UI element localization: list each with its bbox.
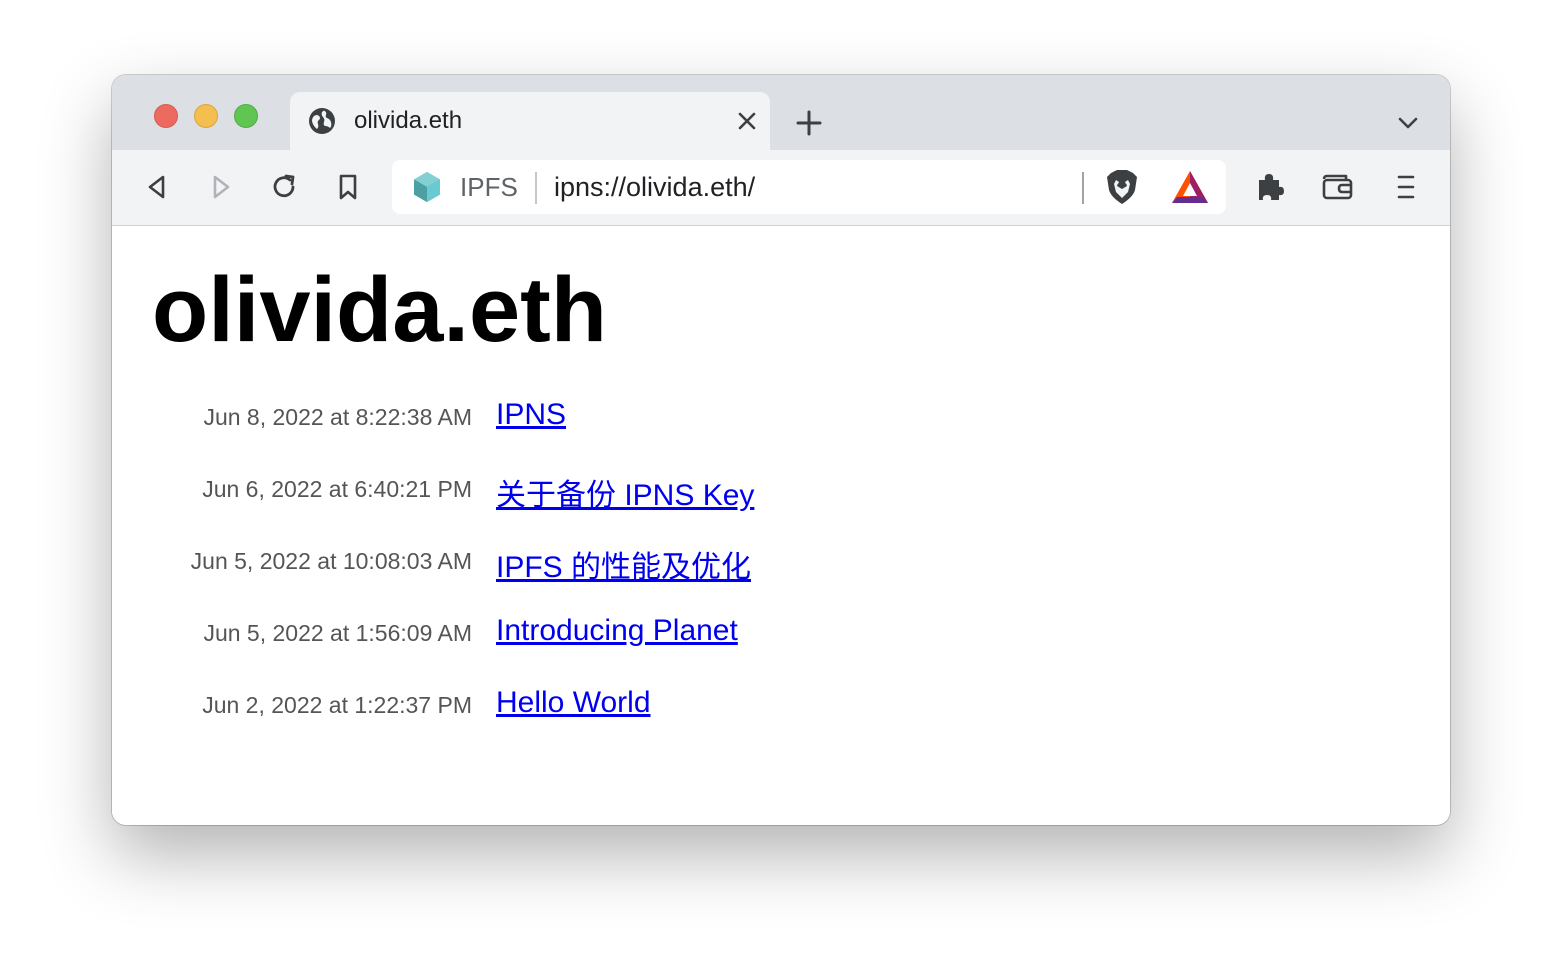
post-link[interactable]: 关于备份 IPNS Key (496, 470, 754, 514)
navigation-toolbar: IPFS ipns://olivida.eth/ (112, 150, 1450, 226)
post-link[interactable]: Introducing Planet (496, 614, 738, 648)
post-date: Jun 2, 2022 at 1:22:37 PM (202, 692, 472, 718)
browser-window: olivida.eth IPFS ipns://olivida.eth/ oli… (112, 75, 1450, 825)
brave-shields-icon[interactable] (1104, 168, 1140, 206)
hamburger-menu-icon[interactable] (1389, 170, 1423, 204)
wallet-icon[interactable] (1320, 170, 1354, 204)
ipfs-cube-icon[interactable] (410, 170, 444, 204)
chevron-down-icon[interactable] (1396, 111, 1420, 135)
list-item: Jun 6, 2022 at 6:40:21 PM 关于备份 IPNS Key (112, 470, 1450, 512)
puzzle-piece-icon[interactable] (1253, 170, 1287, 204)
title-bar: olivida.eth (112, 75, 1450, 150)
page-title: olivida.eth (152, 259, 607, 361)
post-link[interactable]: Hello World (496, 686, 651, 720)
list-item: Jun 5, 2022 at 10:08:03 AM IPFS 的性能及优化 (112, 542, 1450, 584)
ipfs-badge-label: IPFS (460, 172, 518, 202)
new-tab-button[interactable] (794, 108, 824, 138)
forward-arrow-icon[interactable] (204, 170, 238, 204)
address-divider (535, 172, 537, 204)
address-divider-right (1082, 172, 1084, 204)
globe-icon (309, 108, 335, 134)
close-icon[interactable] (736, 110, 758, 132)
list-item: Jun 5, 2022 at 1:56:09 AM Introducing Pl… (112, 614, 1450, 654)
tab-active[interactable]: olivida.eth (290, 92, 770, 150)
reload-icon[interactable] (267, 170, 301, 204)
page-content: olivida.eth Jun 8, 2022 at 8:22:38 AM IP… (112, 226, 1450, 825)
brave-rewards-icon[interactable] (1170, 169, 1210, 205)
list-item: Jun 2, 2022 at 1:22:37 PM Hello World (112, 686, 1450, 726)
post-link[interactable]: IPFS 的性能及优化 (496, 542, 751, 586)
url-text[interactable]: ipns://olivida.eth/ (554, 173, 755, 201)
close-window-button[interactable] (154, 104, 178, 128)
post-date: Jun 5, 2022 at 1:56:09 AM (203, 620, 472, 646)
post-date: Jun 8, 2022 at 8:22:38 AM (203, 404, 472, 430)
list-item: Jun 8, 2022 at 8:22:38 AM IPNS (112, 398, 1450, 438)
address-bar[interactable]: IPFS ipns://olivida.eth/ (392, 160, 1226, 214)
post-date: Jun 5, 2022 at 10:08:03 AM (190, 548, 472, 574)
bookmark-icon[interactable] (331, 170, 365, 204)
tab-title: olivida.eth (354, 107, 463, 134)
post-link[interactable]: IPNS (496, 398, 566, 432)
zoom-window-button[interactable] (234, 104, 258, 128)
minimize-window-button[interactable] (194, 104, 218, 128)
post-date: Jun 6, 2022 at 6:40:21 PM (202, 476, 472, 502)
back-arrow-icon[interactable] (140, 170, 174, 204)
